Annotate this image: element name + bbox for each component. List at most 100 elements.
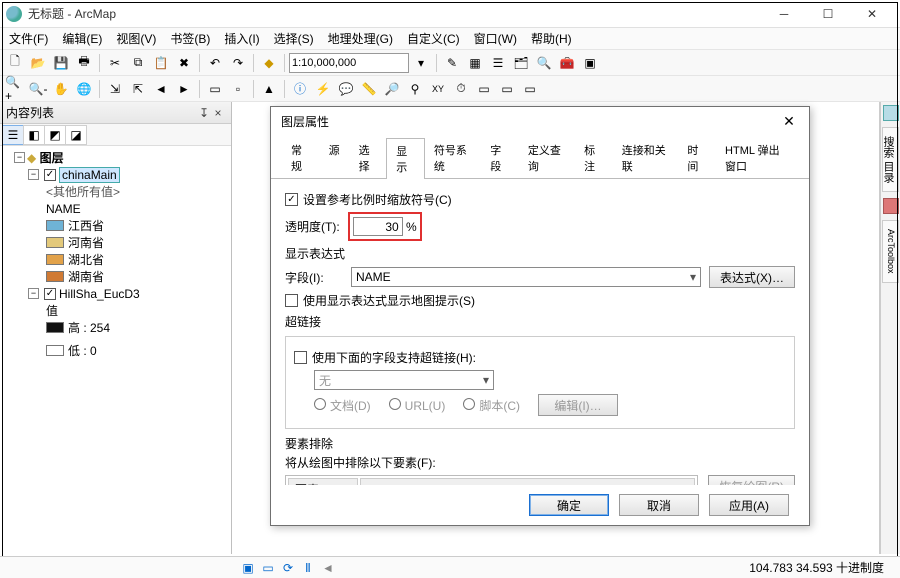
viewer-icon[interactable]: ▭ (473, 78, 495, 100)
arcbox-icon[interactable]: 🧰 (556, 52, 578, 74)
tab-time[interactable]: 时间 (677, 137, 716, 178)
new-icon[interactable]: 🗋 (4, 52, 26, 74)
toc-tab-draworder[interactable]: ☰ (2, 125, 24, 145)
menu-view[interactable]: 视图(V) (109, 28, 163, 49)
layout-view-icon[interactable]: ▭ (260, 560, 276, 576)
zoom-in-icon[interactable]: 🔍+ (4, 78, 26, 100)
tab-labels[interactable]: 标注 (574, 137, 613, 178)
scale-dropdown-icon[interactable]: ▾ (410, 52, 432, 74)
open-icon[interactable]: 📂 (27, 52, 49, 74)
catalog-side-icon[interactable] (883, 105, 899, 121)
tab-selection[interactable]: 选择 (349, 137, 388, 178)
layer-chinamain[interactable]: chinaMain (59, 167, 120, 183)
minimize-button[interactable]: ─ (762, 1, 806, 27)
goto-xy-icon[interactable]: XY (427, 78, 449, 100)
tab-defquery[interactable]: 定义查询 (518, 137, 575, 178)
pin-icon[interactable]: ↧ (197, 106, 211, 120)
menu-edit[interactable]: 编辑(E) (55, 28, 109, 49)
tab-symbology[interactable]: 符号系统 (424, 137, 481, 178)
exclusion-table[interactable]: 要素 IDNAME (285, 475, 698, 485)
catalog-icon[interactable]: 🗂 (510, 52, 532, 74)
add-data-icon[interactable]: ◆ (258, 52, 280, 74)
layer-hillshade[interactable]: HillSha_EucD3 (59, 287, 140, 301)
expression-button[interactable]: 表达式(X)… (709, 266, 795, 288)
find-route-icon[interactable]: ⚲ (404, 78, 426, 100)
prev-extent-icon[interactable]: ◄ (150, 78, 172, 100)
maximize-button[interactable]: ☐ (806, 1, 850, 27)
layers-root[interactable]: 图层 (40, 149, 64, 166)
dialog-close-icon[interactable]: ✕ (779, 113, 799, 130)
next-extent-icon[interactable]: ► (173, 78, 195, 100)
menu-bookmarks[interactable]: 书签(B) (163, 28, 217, 49)
find-icon[interactable]: 🔎 (381, 78, 403, 100)
table-icon[interactable]: ▦ (464, 52, 486, 74)
menu-help[interactable]: 帮助(H) (524, 28, 579, 49)
paste-icon[interactable]: 📋 (150, 52, 172, 74)
measure-icon[interactable]: 📏 (358, 78, 380, 100)
side-tab-arctoolbox[interactable]: ArcToolbox (882, 220, 899, 283)
toc-icon[interactable]: ☰ (487, 52, 509, 74)
hyperlink-icon[interactable]: ⚡ (312, 78, 334, 100)
apply-button[interactable]: 应用(A) (709, 494, 789, 516)
menu-geoprocessing[interactable]: 地理处理(G) (321, 28, 400, 49)
field-select[interactable]: NAME (351, 267, 701, 287)
pan-icon[interactable]: ✋ (50, 78, 72, 100)
toggle-icon[interactable]: − (14, 152, 25, 163)
radio-document[interactable] (314, 398, 326, 410)
radio-url[interactable] (389, 398, 401, 410)
editor-toolbar-icon[interactable]: ✎ (441, 52, 463, 74)
menu-windows[interactable]: 窗口(W) (467, 28, 524, 49)
pause-icon[interactable]: Ⅱ (300, 560, 316, 576)
identify-icon[interactable]: ⓘ (289, 78, 311, 100)
viewer2-icon[interactable]: ▭ (496, 78, 518, 100)
close-button[interactable]: ✕ (850, 1, 894, 27)
tab-display[interactable]: 显示 (386, 138, 425, 179)
restore-drawing-button[interactable]: 恢复绘图(R) (708, 475, 795, 485)
time-slider-icon[interactable]: ⏱ (450, 78, 472, 100)
menu-customize[interactable]: 自定义(C) (400, 28, 467, 49)
toc-tab-selection[interactable]: ◪ (65, 125, 87, 145)
data-view-icon[interactable]: ▣ (240, 560, 256, 576)
fixed-zoomout-icon[interactable]: ⇱ (127, 78, 149, 100)
tab-fields[interactable]: 字段 (480, 137, 519, 178)
hyperlink-checkbox[interactable] (294, 351, 307, 364)
side-tab-search[interactable]: 搜索 目录 (882, 127, 899, 192)
hyperlink-field-select[interactable]: 无 (314, 370, 494, 390)
cancel-button[interactable]: 取消 (619, 494, 699, 516)
search-icon[interactable]: 🔍 (533, 52, 555, 74)
toc-tab-visibility[interactable]: ◩ (44, 125, 66, 145)
toc-close-icon[interactable]: × (211, 106, 225, 120)
tab-joins[interactable]: 连接和关联 (612, 137, 679, 178)
transparency-input[interactable]: 30 (353, 217, 403, 236)
html-popup-icon[interactable]: 💬 (335, 78, 357, 100)
scale-symbols-checkbox[interactable] (285, 193, 298, 206)
viewer3-icon[interactable]: ▭ (519, 78, 541, 100)
pointer-icon[interactable]: ▲ (258, 78, 280, 100)
menu-selection[interactable]: 选择(S) (267, 28, 321, 49)
layer-checkbox[interactable] (44, 169, 56, 181)
clear-selection-icon[interactable]: ▫ (227, 78, 249, 100)
redo-icon[interactable]: ↷ (227, 52, 249, 74)
zoom-out-icon[interactable]: 🔍- (27, 78, 49, 100)
fixed-zoomin-icon[interactable]: ⇲ (104, 78, 126, 100)
scroll-left-icon[interactable]: ◄ (320, 560, 336, 576)
tab-general[interactable]: 常规 (281, 137, 320, 178)
undo-icon[interactable]: ↶ (204, 52, 226, 74)
cut-icon[interactable]: ✂ (104, 52, 126, 74)
toc-tab-source[interactable]: ◧ (23, 125, 45, 145)
python-icon[interactable]: ▣ (579, 52, 601, 74)
delete-icon[interactable]: ✖ (173, 52, 195, 74)
scale-input[interactable] (289, 53, 409, 73)
ok-button[interactable]: 确定 (529, 494, 609, 516)
radio-script[interactable] (463, 398, 475, 410)
toggle-icon[interactable]: − (28, 288, 39, 299)
maptips-checkbox[interactable] (285, 294, 298, 307)
select-features-icon[interactable]: ▭ (204, 78, 226, 100)
full-extent-icon[interactable]: 🌐 (73, 78, 95, 100)
refresh-icon[interactable]: ⟳ (280, 560, 296, 576)
print-icon[interactable]: 🖶 (73, 52, 95, 74)
edit-script-button[interactable]: 编辑(I)… (538, 394, 618, 416)
toggle-icon[interactable]: − (28, 169, 39, 180)
save-icon[interactable]: 💾 (50, 52, 72, 74)
toolbox-side-icon[interactable] (883, 198, 899, 214)
